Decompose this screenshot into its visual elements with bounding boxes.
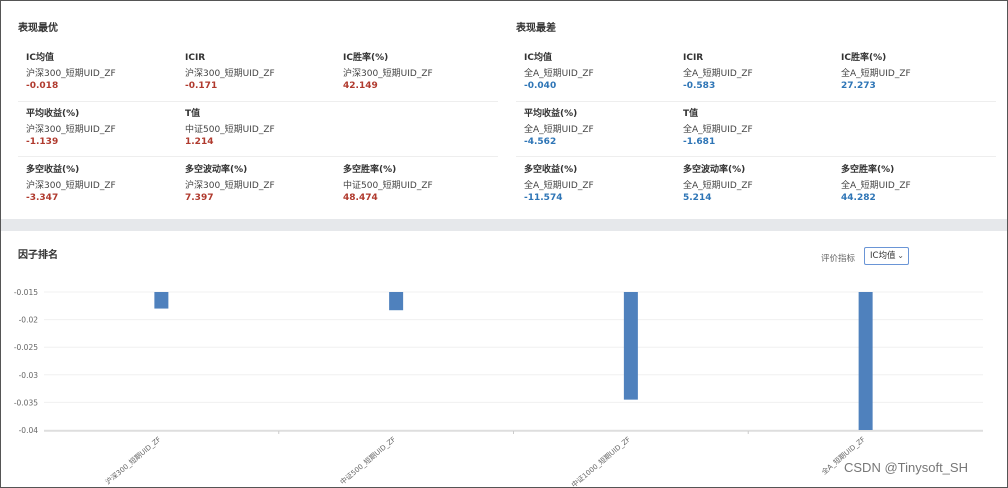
metric-factor-name: 全A_短期UID_ZF bbox=[683, 181, 753, 191]
metric-value: -1.681 bbox=[683, 137, 716, 147]
metric-value: -0.171 bbox=[185, 81, 218, 91]
metric-label: IC均值 bbox=[26, 53, 54, 63]
metric-label: 多空胜率(%) bbox=[343, 165, 397, 175]
metric-factor-name: 沪深300_短期UID_ZF bbox=[26, 125, 116, 135]
metric-value: -0.018 bbox=[26, 81, 59, 91]
metric-factor-name: 沪深300_短期UID_ZF bbox=[26, 181, 116, 191]
metric-factor-name: 全A_短期UID_ZF bbox=[841, 181, 911, 191]
metric-factor-name: 中证500_短期UID_ZF bbox=[185, 125, 275, 135]
divider bbox=[516, 156, 996, 157]
metric-factor-name: 全A_短期UID_ZF bbox=[841, 69, 911, 79]
best-metric-card: IC胜率(%) 沪深300_短期UID_ZF 42.149 bbox=[343, 51, 493, 92]
indicator-label: 评价指标 bbox=[821, 254, 856, 264]
metric-value: 7.397 bbox=[185, 193, 214, 203]
worst-section-title: 表现最差 bbox=[516, 23, 556, 34]
worst-metric-card: T值全A_短期UID_ZF -1.681 bbox=[683, 107, 833, 148]
worst-metric-card: ICIR 全A_短期UID_ZF -0.583 bbox=[683, 51, 833, 92]
metric-factor-name: 全A_短期UID_ZF bbox=[683, 125, 753, 135]
best-metric-card: 多空胜率(%) 中证500_短期UID_ZF 48.474 bbox=[343, 163, 493, 204]
worst-metric-card: IC胜率(%) 全A_短期UID_ZF 27.273 bbox=[841, 51, 991, 92]
divider bbox=[516, 101, 996, 102]
metric-factor-name: 沪深300_短期UID_ZF bbox=[185, 181, 275, 191]
divider bbox=[18, 101, 498, 102]
worst-metric-card: 多空胜率(%) 全A_短期UID_ZF 44.282 bbox=[841, 163, 991, 204]
metric-label: IC均值 bbox=[524, 53, 552, 63]
metric-factor-name: 全A_短期UID_ZF bbox=[524, 125, 594, 135]
metric-factor-name: 全A_短期UID_ZF bbox=[524, 69, 594, 79]
worst-metric-card: 平均收益(%) 全A_短期UID_ZF -4.562 bbox=[524, 107, 674, 148]
best-metric-card: IC均值沪深300_短期UID_ZF -0.018 bbox=[26, 51, 176, 92]
best-metric-card: 多空波动率(%) 沪深300_短期UID_ZF 7.397 bbox=[185, 163, 335, 204]
best-metric-card: T值中证500_短期UID_ZF 1.214 bbox=[185, 107, 335, 148]
best-metric-card: 多空收益(%) 沪深300_短期UID_ZF -3.347 bbox=[26, 163, 176, 204]
metric-label: 多空波动率(%) bbox=[683, 165, 746, 175]
metric-label: IC胜率(%) bbox=[343, 53, 389, 63]
metric-factor-name: 沪深300_短期UID_ZF bbox=[343, 69, 433, 79]
ranking-title: 因子排名 bbox=[18, 250, 58, 261]
metric-factor-name: 全A_短期UID_ZF bbox=[683, 69, 753, 79]
metric-label: ICIR bbox=[683, 53, 704, 63]
metric-value: 42.149 bbox=[343, 81, 378, 91]
worst-metric-card: IC均值全A_短期UID_ZF -0.040 bbox=[524, 51, 674, 92]
metric-label: ICIR bbox=[185, 53, 206, 63]
section-separator bbox=[1, 219, 1007, 231]
metric-factor-name: 全A_短期UID_ZF bbox=[524, 181, 594, 191]
metric-label: 平均收益(%) bbox=[26, 109, 80, 119]
metric-value: 5.214 bbox=[683, 193, 712, 203]
metric-value: -3.347 bbox=[26, 193, 59, 203]
best-section-title: 表现最优 bbox=[18, 23, 58, 34]
worst-metric-card: 多空收益(%) 全A_短期UID_ZF -11.574 bbox=[524, 163, 674, 204]
best-metric-card: ICIR 沪深300_短期UID_ZF -0.171 bbox=[185, 51, 335, 92]
metric-value: 1.214 bbox=[185, 137, 214, 147]
metric-value: 27.273 bbox=[841, 81, 876, 91]
metric-label: 多空收益(%) bbox=[524, 165, 578, 175]
metric-factor-name: 沪深300_短期UID_ZF bbox=[26, 69, 116, 79]
best-metric-card: 平均收益(%) 沪深300_短期UID_ZF -1.139 bbox=[26, 107, 176, 148]
divider bbox=[18, 156, 498, 157]
metric-label: 平均收益(%) bbox=[524, 109, 578, 119]
metric-value: -0.583 bbox=[683, 81, 716, 91]
metric-factor-name: 中证500_短期UID_ZF bbox=[343, 181, 433, 191]
metric-label: T值 bbox=[185, 109, 201, 119]
metric-factor-name: 沪深300_短期UID_ZF bbox=[185, 69, 275, 79]
metric-value: -11.574 bbox=[524, 193, 563, 203]
metric-label: IC胜率(%) bbox=[841, 53, 887, 63]
metric-value: -0.040 bbox=[524, 81, 557, 91]
metric-value: -4.562 bbox=[524, 137, 557, 147]
watermark: CSDN @Tinysoft_SH bbox=[844, 460, 968, 475]
worst-metric-card: 多空波动率(%) 全A_短期UID_ZF 5.214 bbox=[683, 163, 833, 204]
indicator-select-value: IC均值 bbox=[870, 251, 896, 261]
metric-value: -1.139 bbox=[26, 137, 59, 147]
metric-label: 多空胜率(%) bbox=[841, 165, 895, 175]
metric-label: T值 bbox=[683, 109, 699, 119]
metric-value: 44.282 bbox=[841, 193, 876, 203]
metric-label: 多空波动率(%) bbox=[185, 165, 248, 175]
chevron-down-icon: ⌄ bbox=[897, 251, 904, 260]
metric-label: 多空收益(%) bbox=[26, 165, 80, 175]
indicator-select[interactable]: IC均值 ⌄ bbox=[864, 247, 909, 265]
metric-value: 48.474 bbox=[343, 193, 378, 203]
